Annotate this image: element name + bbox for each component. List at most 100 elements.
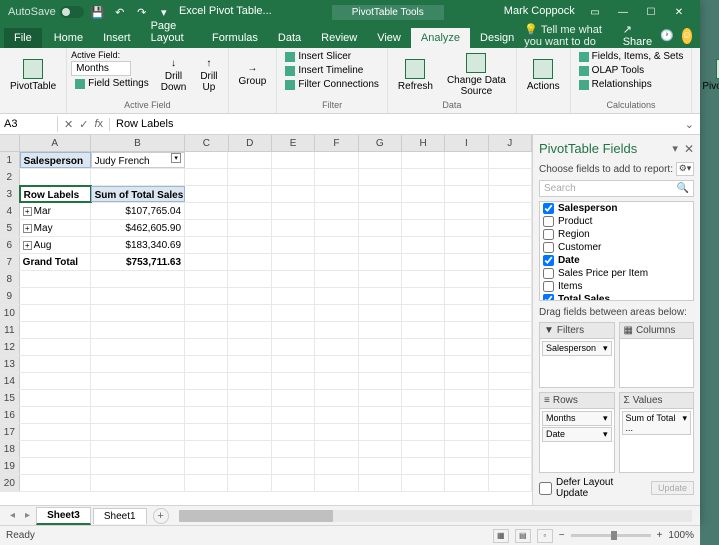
cell[interactable] bbox=[445, 322, 488, 338]
cell[interactable] bbox=[315, 458, 358, 474]
sheet-nav-next-icon[interactable]: ▸ bbox=[21, 510, 34, 521]
cell[interactable] bbox=[445, 407, 488, 423]
row-header[interactable]: 11 bbox=[0, 322, 20, 338]
group-button[interactable]: → Group bbox=[233, 50, 273, 100]
cell[interactable] bbox=[402, 254, 445, 270]
zoom-slider[interactable] bbox=[571, 534, 651, 537]
area-item[interactable]: Months▾ bbox=[542, 411, 612, 426]
cell[interactable] bbox=[359, 203, 402, 219]
cell[interactable] bbox=[185, 152, 228, 168]
tab-review[interactable]: Review bbox=[311, 28, 367, 48]
tab-page-layout[interactable]: Page Layout bbox=[141, 16, 202, 48]
cell[interactable] bbox=[91, 322, 185, 338]
tab-home[interactable]: Home bbox=[44, 28, 93, 48]
cell[interactable] bbox=[315, 322, 358, 338]
cell[interactable] bbox=[489, 186, 532, 202]
share-button[interactable]: ↗ Share bbox=[623, 23, 652, 48]
cell[interactable] bbox=[20, 169, 91, 185]
close-icon[interactable]: ✕ bbox=[666, 2, 692, 22]
cell[interactable] bbox=[445, 186, 488, 202]
cell[interactable] bbox=[402, 288, 445, 304]
cell[interactable] bbox=[359, 339, 402, 355]
cell[interactable] bbox=[91, 356, 185, 372]
cell[interactable] bbox=[402, 356, 445, 372]
cell[interactable] bbox=[489, 305, 532, 321]
cell[interactable] bbox=[272, 220, 315, 236]
name-box[interactable]: A3 bbox=[0, 116, 58, 132]
cell[interactable] bbox=[315, 373, 358, 389]
refresh-button[interactable]: Refresh bbox=[392, 50, 439, 100]
cell[interactable] bbox=[359, 305, 402, 321]
cell[interactable] bbox=[445, 203, 488, 219]
cell[interactable] bbox=[272, 390, 315, 406]
tab-design[interactable]: Design bbox=[470, 28, 524, 48]
cell[interactable] bbox=[185, 237, 228, 253]
row-header[interactable]: 18 bbox=[0, 441, 20, 457]
row-header[interactable]: 17 bbox=[0, 424, 20, 440]
cell[interactable] bbox=[315, 424, 358, 440]
field-item[interactable]: Region bbox=[540, 228, 693, 241]
undo-icon[interactable]: ↶ bbox=[112, 4, 128, 20]
cell[interactable] bbox=[20, 288, 91, 304]
cell[interactable] bbox=[402, 475, 445, 491]
row-header[interactable]: 7 bbox=[0, 254, 20, 270]
fx-icon[interactable]: fx bbox=[94, 118, 103, 130]
cell[interactable] bbox=[228, 458, 271, 474]
cell[interactable] bbox=[228, 203, 271, 219]
cell[interactable] bbox=[315, 203, 358, 219]
field-item[interactable]: Total Sales bbox=[540, 293, 693, 301]
cell[interactable] bbox=[91, 373, 185, 389]
expand-icon[interactable]: + bbox=[23, 224, 32, 233]
area-item[interactable]: Salesperson▾ bbox=[542, 341, 612, 356]
row-header[interactable]: 10 bbox=[0, 305, 20, 321]
col-header-d[interactable]: D bbox=[229, 135, 272, 151]
cell[interactable] bbox=[402, 390, 445, 406]
cell[interactable] bbox=[402, 407, 445, 423]
col-header-c[interactable]: C bbox=[185, 135, 228, 151]
field-item[interactable]: Product bbox=[540, 215, 693, 228]
cell[interactable] bbox=[91, 288, 185, 304]
active-field-input[interactable] bbox=[71, 61, 131, 76]
update-button[interactable]: Update bbox=[651, 481, 694, 495]
row-header[interactable]: 14 bbox=[0, 373, 20, 389]
field-checkbox[interactable] bbox=[543, 216, 554, 227]
cell[interactable] bbox=[228, 186, 271, 202]
cell[interactable] bbox=[489, 475, 532, 491]
cell[interactable] bbox=[20, 441, 91, 457]
page-layout-view-icon[interactable]: ▤ bbox=[515, 529, 531, 543]
cell[interactable] bbox=[489, 407, 532, 423]
cell[interactable] bbox=[315, 407, 358, 423]
cell[interactable] bbox=[402, 373, 445, 389]
expand-icon[interactable]: + bbox=[23, 207, 32, 216]
cell[interactable] bbox=[272, 203, 315, 219]
col-header-a[interactable]: A bbox=[20, 135, 91, 151]
save-icon[interactable]: 💾 bbox=[90, 4, 106, 20]
filter-dropdown-icon[interactable]: ▾ bbox=[171, 153, 181, 163]
cell[interactable] bbox=[91, 390, 185, 406]
cell[interactable] bbox=[228, 271, 271, 287]
actions-button[interactable]: Actions bbox=[521, 50, 566, 100]
cell[interactable] bbox=[445, 152, 488, 168]
cell[interactable] bbox=[91, 424, 185, 440]
minimize-icon[interactable]: — bbox=[610, 2, 636, 22]
cell[interactable] bbox=[489, 220, 532, 236]
cell[interactable] bbox=[228, 424, 271, 440]
tab-insert[interactable]: Insert bbox=[93, 28, 141, 48]
cell[interactable] bbox=[91, 475, 185, 491]
cell[interactable] bbox=[20, 339, 91, 355]
cell[interactable] bbox=[489, 169, 532, 185]
cell[interactable] bbox=[359, 254, 402, 270]
pane-close-icon[interactable]: ✕ bbox=[684, 142, 694, 156]
row-header[interactable]: 20 bbox=[0, 475, 20, 491]
cell[interactable] bbox=[228, 339, 271, 355]
cell[interactable] bbox=[489, 322, 532, 338]
cell[interactable] bbox=[359, 186, 402, 202]
cell[interactable] bbox=[359, 152, 402, 168]
cell[interactable] bbox=[402, 169, 445, 185]
row-header[interactable]: 19 bbox=[0, 458, 20, 474]
cell[interactable] bbox=[445, 475, 488, 491]
cell[interactable] bbox=[228, 237, 271, 253]
cell[interactable] bbox=[489, 373, 532, 389]
cell[interactable] bbox=[272, 288, 315, 304]
enter-formula-icon[interactable]: ✓ bbox=[79, 118, 88, 131]
